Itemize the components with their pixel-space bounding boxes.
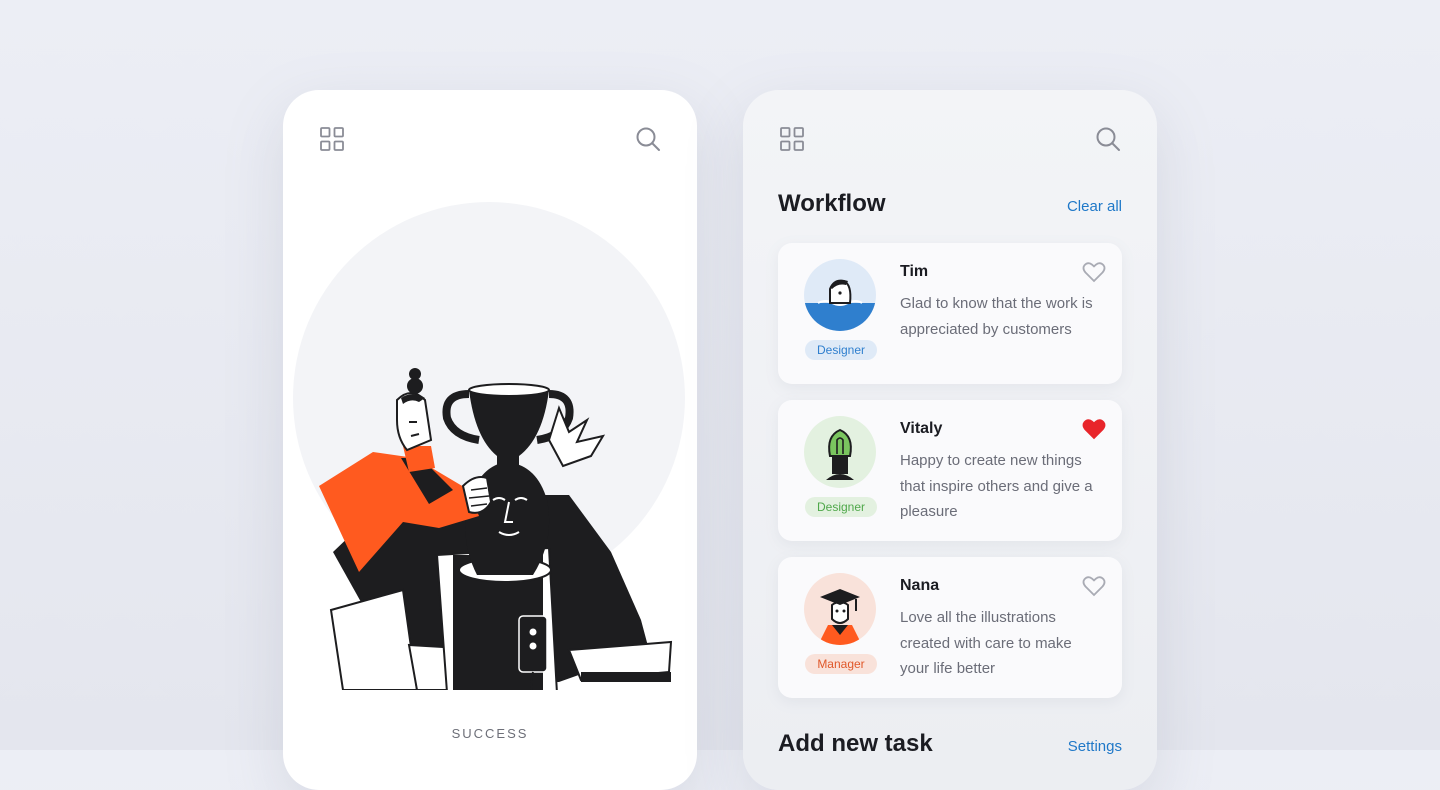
workflow-card-nana[interactable]: Manager Nana Love all the illustrations … <box>778 557 1122 698</box>
heart-outline-icon[interactable] <box>1082 261 1106 283</box>
role-badge: Manager <box>805 654 877 674</box>
settings-link[interactable]: Settings <box>1068 738 1122 755</box>
heart-filled-icon[interactable] <box>1082 418 1106 440</box>
heart-outline-icon[interactable] <box>1082 575 1106 597</box>
grid-icon[interactable] <box>319 126 345 152</box>
success-caption: SUCCESS <box>451 726 529 741</box>
card-message: Happy to create new things that inspire … <box>900 452 1093 520</box>
clear-all-link[interactable]: Clear all <box>1067 198 1122 215</box>
card-message: Love all the illustrations created with … <box>900 609 1072 677</box>
role-badge: Designer <box>805 497 877 517</box>
card-name: Tim <box>900 263 929 280</box>
success-illustration <box>319 368 673 690</box>
avatar <box>804 573 876 645</box>
card-name: Vitaly <box>900 420 943 437</box>
search-icon[interactable] <box>1095 126 1121 152</box>
card-message: Glad to know that the work is appreciate… <box>900 295 1093 338</box>
add-task-title: Add new task <box>778 730 933 757</box>
workflow-title: Workflow <box>778 190 886 217</box>
avatar <box>804 259 876 331</box>
workflow-card-tim[interactable]: Designer Tim Glad to know that the work … <box>778 243 1122 384</box>
avatar <box>804 416 876 488</box>
workflow-card-vitaly[interactable]: Designer Vitaly Happy to create new thin… <box>778 400 1122 541</box>
card-name: Nana <box>900 577 940 594</box>
illustration-screen: SUCCESS <box>283 90 697 790</box>
role-badge: Designer <box>805 340 877 360</box>
workflow-screen: Workflow Clear all Designer Tim Glad to … <box>743 90 1157 790</box>
search-icon[interactable] <box>635 126 661 152</box>
grid-icon[interactable] <box>779 126 805 152</box>
